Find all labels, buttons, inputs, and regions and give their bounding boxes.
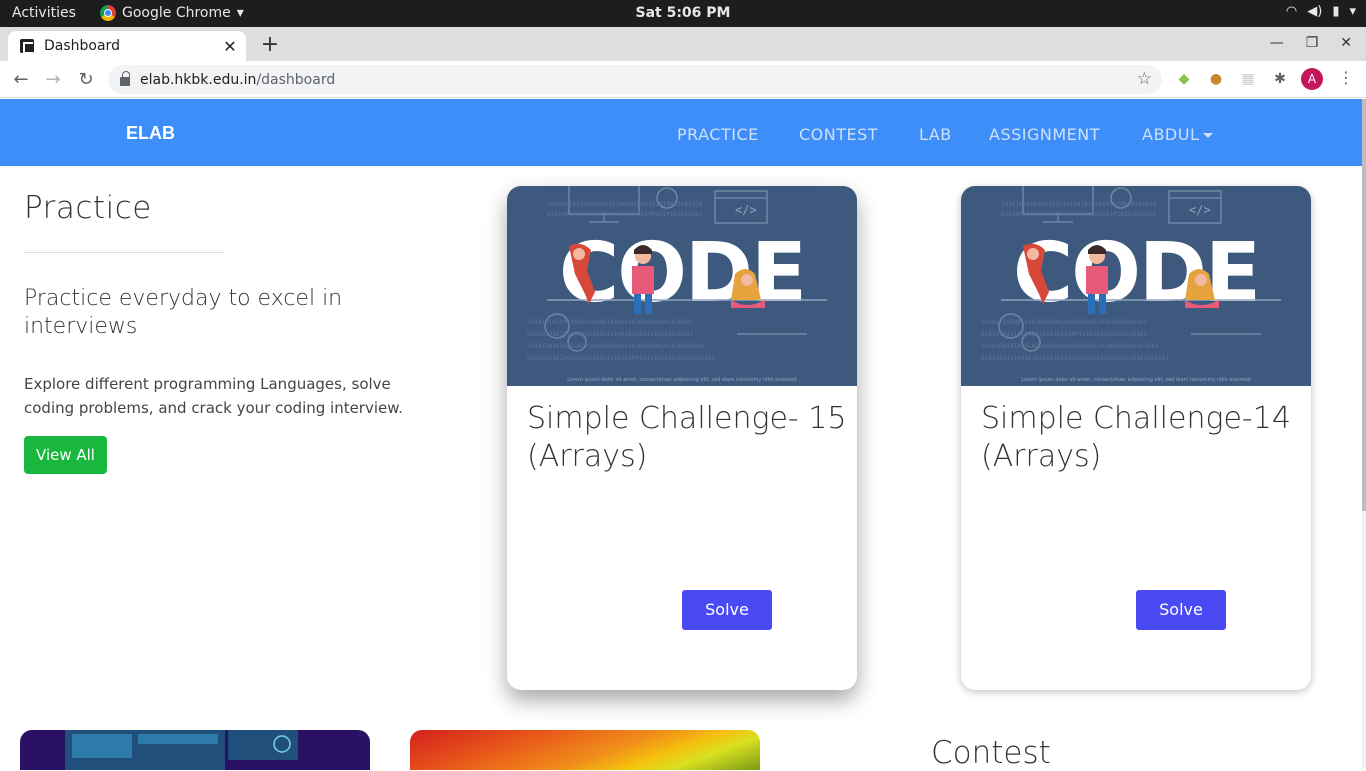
nav-practice[interactable]: PRACTICE: [677, 125, 759, 144]
extension-grid-icon[interactable]: ▦: [1239, 70, 1257, 88]
profile-avatar[interactable]: A: [1301, 68, 1323, 90]
chevron-down-icon: ▾: [1349, 4, 1356, 19]
svg-text:</>: </>: [1189, 203, 1211, 217]
forward-icon[interactable]: →: [42, 69, 64, 90]
app-menu[interactable]: Google Chrome ▾: [100, 5, 244, 21]
system-top-bar: Activities Google Chrome ▾ Sat 5:06 PM ◠…: [0, 0, 1366, 27]
practice-heading: Practice: [24, 190, 152, 226]
svg-text:010101010100101010101010101010: 0101010101001010101010101010100101010101…: [527, 355, 715, 362]
solve-button[interactable]: Solve: [1136, 590, 1226, 630]
divider: [24, 252, 224, 253]
chrome-icon: [100, 5, 116, 21]
extension-gem-icon[interactable]: ◆: [1175, 70, 1193, 88]
tab-dashboard[interactable]: Dashboard ✕: [8, 31, 246, 61]
card-title: Simple Challenge- 15 (Arrays): [527, 401, 847, 474]
nav-contest[interactable]: CONTEST: [799, 125, 878, 144]
svg-text:101010101010010101010010101010: 1010101010100101010100101010101010010101…: [547, 201, 703, 208]
lab-card-image[interactable]: [20, 730, 370, 770]
svg-text:010101010100101010101010101010: 0101010101001010101010101010100101010101…: [981, 355, 1169, 362]
svg-text:010101010101001010101010100101: 0101010101010010101010101001010101010101…: [527, 331, 694, 338]
minimize-icon[interactable]: —: [1270, 35, 1284, 51]
solve-button[interactable]: Solve: [682, 590, 772, 630]
nav-user-dropdown[interactable]: ABDUL: [1142, 125, 1213, 144]
bookmark-star-icon[interactable]: ☆: [1137, 69, 1152, 89]
tab-title: Dashboard: [44, 38, 120, 54]
challenge-card[interactable]: </> 101010101010010101010010101010101001…: [507, 186, 857, 690]
svg-text:010100101010101010010101010100: 0101001010101010100101010101001010101010…: [1001, 211, 1157, 218]
address-bar[interactable]: elab.hkbk.edu.in/dashboard ☆: [108, 65, 1162, 94]
browser-toolbar: ← → ↻ elab.hkbk.edu.in/dashboard ☆ ◆ ● ▦…: [0, 61, 1366, 98]
practice-subheading: Practice everyday to excel in interviews: [24, 286, 343, 339]
extensions-puzzle-icon[interactable]: ✱: [1271, 70, 1289, 88]
card-illustration: </> 101010101010010101010010101010101001…: [961, 186, 1311, 386]
tab-strip: Dashboard ✕ + — ❐ ✕: [0, 27, 1366, 61]
restore-icon[interactable]: ❐: [1306, 35, 1319, 51]
svg-text:101010010101010101010100101010: 1010100101010101010101001010101010100101…: [981, 343, 1158, 350]
svg-text:101010010101010101010100101010: 1010100101010101010101001010101010100101…: [527, 343, 704, 350]
svg-text:</>: </>: [735, 203, 757, 217]
url-text: elab.hkbk.edu.in/dashboard: [140, 71, 336, 88]
card-image-code-text: CODE: [559, 226, 805, 321]
chevron-down-icon: ▾: [236, 5, 244, 21]
activities-button[interactable]: Activities: [12, 5, 76, 21]
practice-description: Explore different programming Languages,…: [24, 375, 403, 417]
brand-logo[interactable]: ELAB: [126, 123, 175, 144]
new-tab-button[interactable]: +: [260, 32, 280, 57]
app-name: Google Chrome: [122, 5, 231, 21]
card-illustration: </> 101010101010010101010010101010101001…: [507, 186, 857, 386]
reload-icon[interactable]: ↻: [75, 69, 97, 90]
nav-lab[interactable]: LAB: [919, 125, 952, 144]
close-icon[interactable]: ✕: [220, 37, 240, 56]
volume-icon: ◀): [1307, 4, 1323, 19]
clock[interactable]: Sat 5:06 PM: [636, 5, 731, 21]
svg-text:010100101010101010010101010100: 0101001010101010100101010101001010101010…: [547, 211, 703, 218]
site-navbar: ELAB PRACTICE CONTEST LAB ASSIGNMENT ABD…: [0, 99, 1362, 166]
card-image-code-text: CODE: [1013, 226, 1259, 321]
lock-icon: [120, 71, 130, 86]
nav-assignment[interactable]: ASSIGNMENT: [989, 125, 1100, 144]
back-icon[interactable]: ←: [10, 69, 32, 90]
battery-icon: ▮: [1332, 4, 1340, 19]
svg-text:Lorem ipsum dolor sit amet, co: Lorem ipsum dolor sit amet, consectetuer…: [567, 377, 796, 383]
svg-text:010101010101001010101010100101: 0101010101010010101010101001010101010101…: [981, 331, 1148, 338]
close-window-icon[interactable]: ✕: [1340, 35, 1352, 51]
contest-heading: Contest: [931, 735, 1051, 771]
site-favicon-icon: [20, 39, 34, 54]
system-tray[interactable]: ◠ ◀) ▮ ▾: [1286, 4, 1356, 19]
svg-text:Lorem ipsum dolor sit amet, co: Lorem ipsum dolor sit amet, consectetuer…: [1021, 377, 1250, 383]
contest-card-image[interactable]: [410, 730, 760, 770]
view-all-button[interactable]: View All: [24, 436, 107, 474]
card-title: Simple Challenge-14 (Arrays): [981, 401, 1291, 474]
challenge-card[interactable]: </> 101010101010010101010010101010101001…: [961, 186, 1311, 690]
window-controls: — ❐ ✕: [1270, 35, 1352, 51]
svg-text:101010101010010101010010101010: 1010101010100101010100101010101010010101…: [1001, 201, 1157, 208]
page-scrollbar-thumb[interactable]: [1362, 99, 1366, 511]
menu-icon[interactable]: ⋮: [1338, 68, 1354, 87]
cookie-icon[interactable]: ●: [1207, 70, 1225, 88]
wifi-icon: ◠: [1285, 4, 1298, 19]
